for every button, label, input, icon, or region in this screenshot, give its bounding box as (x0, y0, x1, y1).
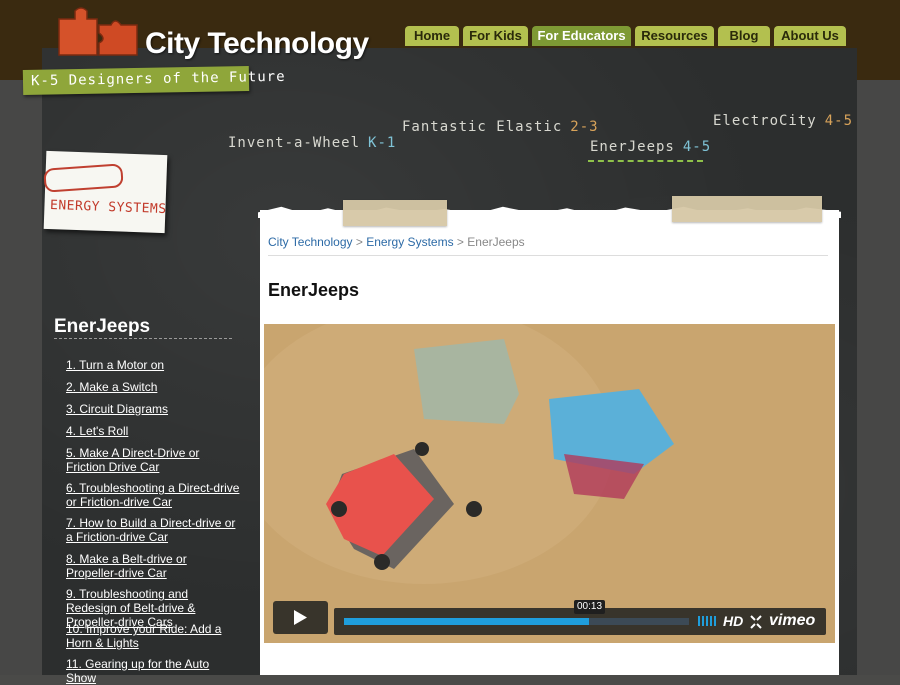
sidebar-title: EnerJeeps (54, 316, 151, 337)
unit-link-fantastic-elastic[interactable]: Fantastic Elastic 2-3 (402, 119, 599, 135)
hd-toggle[interactable]: HD (723, 613, 743, 629)
nav-home[interactable]: Home (405, 26, 459, 46)
unit-grades: 2-3 (570, 119, 599, 135)
video-frame-image (264, 324, 835, 643)
sidebar-divider (54, 338, 232, 339)
lesson-link-7[interactable]: 7. How to Build a Direct-drive or a Fric… (66, 516, 241, 544)
unit-name: EnerJeeps (590, 139, 675, 155)
unit-name: Invent-a-Wheel (228, 135, 361, 151)
video-player[interactable] (264, 324, 835, 643)
unit-link-electrocity[interactable]: ElectroCity 4-5 (713, 113, 853, 129)
unit-name: Fantastic Elastic (402, 119, 563, 135)
unit-grades: 4-5 (824, 113, 854, 129)
tape-strip (672, 196, 822, 222)
lesson-link-5[interactable]: 5. Make A Direct-Drive or Friction Drive… (66, 446, 241, 474)
video-progress-fill (344, 618, 589, 625)
breadcrumb-separator: > (456, 235, 464, 249)
lesson-link-2[interactable]: 2. Make a Switch (66, 380, 241, 394)
play-button[interactable] (273, 601, 328, 634)
nav-resources[interactable]: Resources (635, 26, 714, 46)
nav-for-educators[interactable]: For Educators (532, 26, 631, 46)
site-title[interactable]: City Technology (145, 27, 369, 61)
nav-for-kids[interactable]: For Kids (463, 26, 528, 46)
left-gutter (0, 80, 42, 675)
nav-blog[interactable]: Blog (718, 26, 770, 46)
volume-icon[interactable] (698, 616, 716, 626)
vimeo-logo[interactable]: vimeo (769, 612, 815, 630)
breadcrumb-current: EnerJeeps (467, 235, 525, 249)
breadcrumb-divider (268, 255, 828, 256)
nav-about-us[interactable]: About Us (774, 26, 846, 46)
unit-name: ElectroCity (713, 113, 817, 129)
play-icon (294, 610, 307, 625)
breadcrumb-section-link[interactable]: Energy Systems (366, 235, 453, 249)
page-title: EnerJeeps (268, 280, 360, 300)
breadcrumb: City Technology > Energy Systems > EnerJ… (268, 235, 525, 249)
active-unit-underline (588, 157, 703, 162)
lesson-link-4[interactable]: 4. Let's Roll (66, 424, 241, 438)
right-gutter (857, 80, 900, 675)
unit-link-invent-a-wheel[interactable]: Invent-a-Wheel K-1 (228, 135, 396, 151)
unit-link-enerjeeps[interactable]: EnerJeeps 4-5 (590, 139, 711, 155)
unit-grades: 4-5 (682, 139, 712, 155)
puzzle-logo-icon[interactable] (57, 5, 141, 57)
lesson-link-1[interactable]: 1. Turn a Motor on (66, 358, 241, 372)
lesson-link-8[interactable]: 8. Make a Belt-drive or Propeller-drive … (66, 552, 241, 580)
breadcrumb-separator: > (355, 235, 363, 249)
breadcrumb-home-link[interactable]: City Technology (268, 235, 353, 249)
tape-strip (343, 200, 447, 226)
topic-note-card[interactable] (43, 150, 168, 234)
lesson-link-3[interactable]: 3. Circuit Diagrams (66, 402, 241, 416)
unit-grades: K-1 (368, 135, 397, 151)
video-timecode: 00:13 (574, 600, 605, 614)
fullscreen-icon[interactable] (750, 615, 762, 629)
lesson-link-10[interactable]: 10. Improve your Ride: Add a Horn & Ligh… (66, 622, 241, 650)
lesson-link-6[interactable]: 6. Troubleshooting a Direct-drive or Fri… (66, 481, 241, 509)
lesson-link-11[interactable]: 11. Gearing up for the Auto Show (66, 657, 241, 685)
